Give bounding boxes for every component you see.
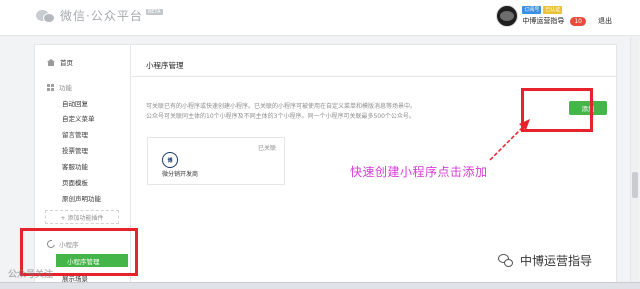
home-icon (47, 58, 55, 66)
vertical-scrollbar[interactable] (630, 37, 639, 282)
verified-badge: 已认证 (543, 6, 563, 14)
sidebar-group-label: 功能 (59, 84, 72, 92)
wechat-watermark-icon (498, 253, 514, 268)
title-divider (132, 76, 616, 77)
beta-badge: BETA (145, 8, 163, 15)
account-badges: 订阅号 已认证 (522, 6, 612, 14)
page-title: 小程序管理 (146, 61, 184, 70)
highlight-box-add-button (521, 88, 593, 132)
watermark: 中博运营指导 (498, 252, 592, 269)
watermark-text: 中博运营指导 (520, 254, 593, 268)
top-header: 微信·公众平台 BETA 订阅号 已认证 中博运营指导 10 退出 (0, 0, 640, 36)
add-plugin-button[interactable]: + 添加功能插件 (45, 210, 119, 224)
scrollbar-thumb[interactable] (632, 172, 638, 198)
description-line: 可关联已有的小程序或快速创建小程序。已关联的小程序可被使用在自定义菜单和模版消息… (146, 103, 417, 110)
annotation-text: 快速创建小程序点击添加 (350, 165, 488, 179)
avatar[interactable] (496, 5, 519, 27)
sidebar-item-label: 首页 (60, 59, 73, 67)
sidebar-item-home[interactable]: 首页 (47, 57, 143, 67)
user-meta: 订阅号 已认证 中博运营指导 10 退出 (522, 6, 612, 26)
miniprogram-logo: 博 (162, 152, 178, 168)
miniprogram-status: 已关联 (257, 145, 276, 152)
grid-icon (47, 83, 54, 91)
description-line: 公众号可关联同主体的10个小程序及不同主体的3个小程序。同一个小程序可关联最多5… (146, 113, 415, 120)
notification-count-badge[interactable]: 10 (570, 16, 586, 26)
user-area: 订阅号 已认证 中博运营指导 10 退出 (496, 5, 612, 27)
wechat-logo[interactable]: 微信·公众平台 BETA (36, 7, 163, 24)
status-bar (0, 282, 640, 289)
page-description: 可关联已有的小程序或快速创建小程序。已关联的小程序可被使用在自定义菜单和模版消息… (146, 102, 466, 122)
app-title: 微信·公众平台 (60, 9, 143, 23)
logout-link[interactable]: 退出 (598, 16, 612, 26)
miniprogram-card[interactable]: 博 微分销开发商 已关联 (147, 137, 285, 185)
miniprogram-name: 微分销开发商 (162, 171, 199, 178)
overlay-caption: 公众号关注 (8, 270, 54, 280)
account-name[interactable]: 中博运营指导 (522, 16, 564, 26)
sidebar-group-features: 功能 (47, 82, 143, 92)
account-type-badge: 订阅号 (522, 6, 542, 14)
wechat-bubbles-icon (36, 8, 56, 24)
user-row: 中博运营指导 10 退出 (522, 16, 612, 26)
